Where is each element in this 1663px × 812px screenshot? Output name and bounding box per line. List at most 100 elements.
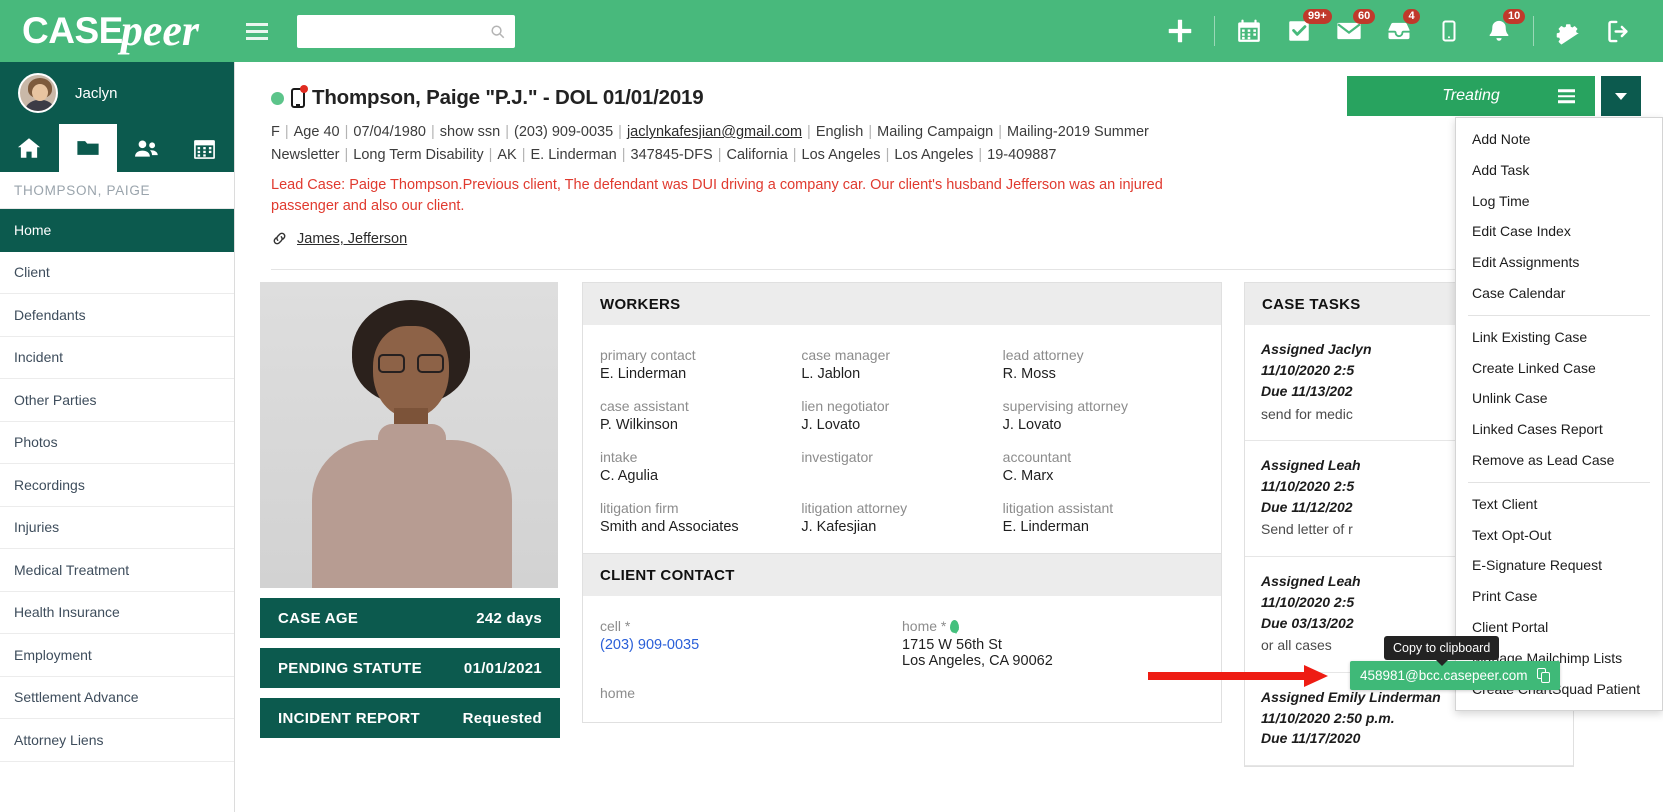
bcc-email-text: 458981@bcc.casepeer.com — [1360, 668, 1528, 683]
client-email-link[interactable]: jaclynkafesjian@gmail.com — [627, 124, 802, 140]
worker-field-value: J. Kafesjian — [801, 519, 877, 536]
cell-value[interactable]: (203) 909-0035 — [600, 637, 902, 653]
sidebar-item-injuries[interactable]: Injuries — [0, 507, 234, 549]
sidebar-tab-cases[interactable] — [58, 124, 117, 172]
sidebar-item-health-insurance[interactable]: Health Insurance — [0, 592, 234, 634]
menu-item-e-signature-request[interactable]: E-Signature Request — [1456, 550, 1662, 581]
mobile-button[interactable] — [1424, 0, 1474, 62]
worker-field-label: investigator — [801, 449, 873, 466]
meta-item[interactable]: show ssn — [440, 124, 500, 140]
hamburger-bar — [246, 22, 268, 26]
kpi-incident-report[interactable]: INCIDENT REPORT Requested — [260, 698, 560, 739]
meta-separator: | — [618, 124, 622, 140]
tasks-button[interactable]: 99+ — [1274, 0, 1332, 62]
menu-item-text-client[interactable]: Text Client — [1456, 489, 1662, 520]
settings-button[interactable] — [1543, 0, 1593, 62]
case-actions-dropdown-toggle[interactable] — [1601, 76, 1641, 116]
notifications-badge: 10 — [1503, 9, 1526, 25]
sidebar-item-medical-treatment[interactable]: Medical Treatment — [0, 549, 234, 592]
sidebar-item-attorney-liens[interactable]: Attorney Liens — [0, 719, 234, 762]
menu-item-add-note[interactable]: Add Note — [1456, 124, 1662, 155]
sidebar-item-client[interactable]: Client — [0, 252, 234, 294]
sidebar-item-label: Injuries — [14, 519, 60, 536]
sidebar-item-label: Client — [14, 264, 50, 281]
home-label-text: home * — [902, 618, 947, 635]
sidebar-tab-home[interactable] — [0, 124, 59, 172]
menu-item-create-linked-case[interactable]: Create Linked Case — [1456, 353, 1662, 384]
worker-field-label: lead attorney — [1002, 347, 1084, 364]
bcc-email-chip[interactable]: 458981@bcc.casepeer.com — [1350, 661, 1560, 690]
sidebar-tab-calendar[interactable] — [176, 124, 235, 172]
menu-item-edit-case-index[interactable]: Edit Case Index — [1456, 216, 1662, 247]
home-label: home * — [902, 618, 1204, 634]
menu-item-edit-assignments[interactable]: Edit Assignments — [1456, 247, 1662, 278]
sidebar-item-home[interactable]: Home — [0, 209, 234, 252]
annotation-arrow — [1148, 665, 1348, 687]
menu-item-link-existing-case[interactable]: Link Existing Case — [1456, 322, 1662, 353]
menu-item-unlink-case[interactable]: Unlink Case — [1456, 383, 1662, 414]
menu-item-log-time[interactable]: Log Time — [1456, 186, 1662, 217]
worker-field-supervising-attorney: supervising attorney J. Lovato — [1003, 398, 1204, 433]
menu-item-add-task[interactable]: Add Task — [1456, 155, 1662, 186]
menu-toggle-button[interactable] — [235, 0, 279, 62]
worker-field-value: E. Linderman — [600, 366, 687, 383]
copy-icon[interactable] — [1536, 668, 1550, 683]
hamburger-bar — [246, 36, 268, 40]
menu-item-remove-as-lead-case[interactable]: Remove as Lead Case — [1456, 445, 1662, 476]
menu-separator — [1468, 314, 1650, 316]
logout-button[interactable] — [1593, 0, 1643, 62]
worker-field-value: Smith and Associates — [600, 519, 739, 536]
home-address-line1: 1715 W 56th St — [902, 637, 1002, 654]
inbox-button[interactable]: 4 — [1374, 0, 1424, 62]
meta-separator: | — [792, 146, 797, 163]
worker-field-primary-contact: primary contact E. Linderman — [600, 347, 801, 382]
sidebar-item-recordings[interactable]: Recordings — [0, 464, 234, 507]
worker-field-litigation-assistant: litigation assistant E. Linderman — [1003, 500, 1204, 535]
home-phone-label: home — [600, 685, 636, 702]
top-navigation-bar: CASE peer 99+ 60 4 10 — [0, 0, 1663, 62]
sidebar-item-incident[interactable]: Incident — [0, 337, 234, 379]
notifications-button[interactable]: 10 — [1474, 0, 1526, 62]
kpi-list: CASE AGE 242 days PENDING STATUTE 01/01/202… — [260, 598, 560, 739]
menu-separator — [1468, 481, 1650, 483]
sidebar-item-employment[interactable]: Employment — [0, 634, 234, 677]
kpi-value: 242 days — [476, 609, 542, 627]
worker-field-label: litigation assistant — [1002, 500, 1114, 517]
sidebar-item-label: Incident — [14, 349, 64, 366]
meta-separator: | — [488, 146, 493, 163]
kpi-pending-statute[interactable]: PENDING STATUTE 01/01/2021 — [260, 648, 560, 689]
worker-field-case-manager: case manager L. Jablon — [801, 347, 1002, 382]
home-phone-field: home — [600, 685, 902, 704]
calendar-button[interactable] — [1224, 0, 1274, 62]
client-contact-card: CLIENT CONTACT cell * (203) 909-0035 hom… — [582, 554, 1222, 724]
global-search[interactable] — [297, 14, 515, 48]
case-status-button[interactable]: Treating — [1347, 76, 1595, 116]
workers-card-body: primary contact E. Linderman case manager L… — [583, 325, 1221, 553]
sidebar-item-other-parties[interactable]: Other Parties — [0, 379, 234, 422]
kpi-value: Requested — [462, 709, 542, 727]
linked-case-link[interactable]: James, Jefferson — [297, 231, 407, 247]
center-column: WORKERS primary contact E. Linderman case … — [582, 282, 1222, 767]
sidebar-tab-contacts[interactable] — [117, 124, 176, 172]
sidebar-item-settlement-advance[interactable]: Settlement Advance — [0, 677, 234, 719]
menu-item-case-calendar[interactable]: Case Calendar — [1456, 278, 1662, 309]
sidebar-item-photos[interactable]: Photos — [0, 422, 234, 464]
menu-item-print-case[interactable]: Print Case — [1456, 581, 1662, 612]
kpi-case-age[interactable]: CASE AGE 242 days — [260, 598, 560, 639]
app-logo[interactable]: CASE peer — [0, 0, 235, 62]
icon-divider — [1533, 16, 1534, 46]
kpi-label: PENDING STATUTE — [278, 659, 422, 677]
worker-field-label: lien negotiator — [801, 398, 890, 415]
menu-item-text-opt-out[interactable]: Text Opt-Out — [1456, 520, 1662, 551]
worker-field-litigation-firm: litigation firm Smith and Associates — [600, 500, 801, 535]
add-new-button[interactable] — [1155, 0, 1205, 62]
meta-item: F — [271, 124, 280, 140]
sidebar-item-defendants[interactable]: Defendants — [0, 294, 234, 337]
client-photo[interactable] — [260, 282, 558, 589]
search-input[interactable] — [307, 23, 490, 39]
sidebar-case-name: THOMPSON, PAIGE — [0, 172, 234, 209]
folder-icon — [77, 141, 99, 155]
user-profile-block[interactable]: Jaclyn — [0, 62, 234, 124]
messages-button[interactable]: 60 — [1324, 0, 1376, 62]
menu-item-linked-cases-report[interactable]: Linked Cases Report — [1456, 414, 1662, 445]
